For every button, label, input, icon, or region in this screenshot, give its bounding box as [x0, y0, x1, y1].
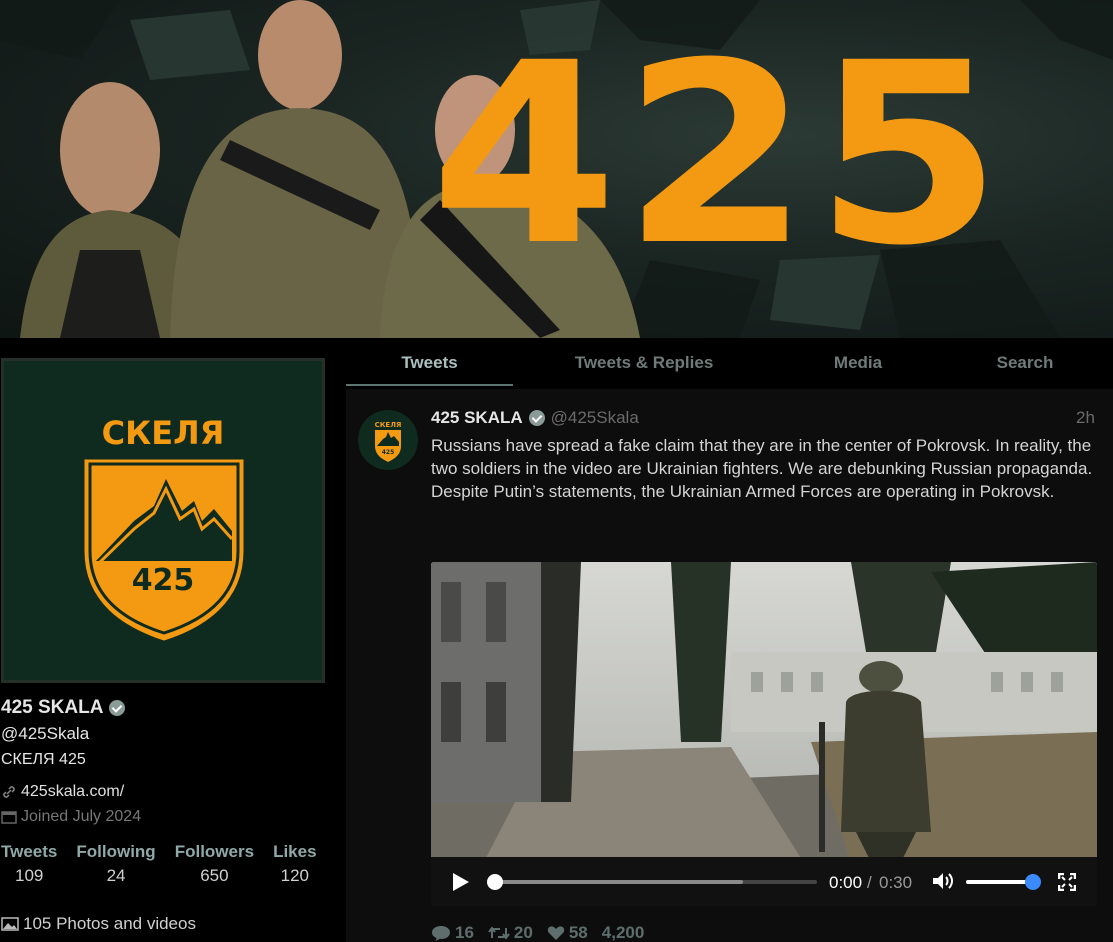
retweet-count: 20: [513, 923, 533, 942]
profile-stats: Tweets 109 Following 24 Followers 650 Li…: [1, 842, 336, 886]
website-link[interactable]: 425skala.com/: [21, 783, 124, 801]
volume-icon[interactable]: [931, 871, 955, 891]
fullscreen-icon[interactable]: [1058, 873, 1076, 891]
profile-name-text: 425 SKALA: [1, 697, 104, 718]
tweet-header: 425 SKALA @425Skala: [431, 408, 639, 428]
video-time-separator: /: [867, 873, 872, 892]
link-icon: [3, 786, 15, 798]
play-icon[interactable]: [453, 873, 469, 891]
profile-joined: Joined July 2024: [1, 808, 141, 826]
verified-icon: [109, 700, 126, 716]
stat-value: 109: [15, 866, 44, 885]
video-controls: 0:00 / 0:30: [431, 857, 1097, 906]
photos-videos-label[interactable]: 105 Photos and videos: [23, 914, 196, 934]
video-frame: [431, 562, 1097, 906]
video-seek-knob[interactable]: [487, 874, 503, 890]
retweet-button[interactable]: 20: [488, 923, 533, 942]
joined-text: Joined July 2024: [21, 808, 142, 825]
stat-tweets[interactable]: Tweets 109: [1, 842, 57, 886]
retweet-icon: [488, 926, 510, 940]
tweet-text: Russians have spread a fake claim that t…: [431, 436, 1093, 501]
heart-icon: [547, 926, 565, 940]
like-count: 58: [568, 923, 588, 942]
logo-title: СКЕЛЯ: [102, 414, 225, 452]
stat-label: Followers: [174, 842, 255, 861]
profile-website[interactable]: 425skala.com/: [1, 783, 124, 801]
stat-label: Tweets: [1, 842, 58, 861]
skala-logo-small: СКЕЛЯ 425: [375, 421, 402, 462]
tweet-actions: 16 20 58 4,200: [431, 923, 644, 942]
tab-tweets-replies[interactable]: Tweets & Replies: [513, 340, 775, 386]
profile-handle: @425Skala: [1, 724, 90, 743]
avatar-logo-title: СКЕЛЯ: [375, 421, 402, 429]
like-button[interactable]: 58: [547, 923, 588, 942]
tab-search[interactable]: Search: [941, 340, 1109, 386]
view-count: 4,200: [601, 923, 645, 942]
profile-tabs: Tweets Tweets & Replies Media Search: [346, 340, 1113, 388]
video-buffer-bar: [495, 880, 743, 884]
profile-bio: СКЕЛЯ 425: [1, 751, 86, 768]
stat-value: 650: [200, 866, 229, 885]
avatar-logo-number: 425: [382, 449, 395, 456]
profile-banner: 425: [0, 0, 1113, 338]
stat-label: Likes: [273, 842, 317, 861]
tweet-video[interactable]: [431, 562, 1097, 906]
tweet-timestamp[interactable]: 2h: [1076, 408, 1095, 428]
stat-followers[interactable]: Followers 650: [175, 842, 254, 886]
volume-knob[interactable]: [1025, 874, 1041, 890]
tweet-author-name[interactable]: 425 SKALA: [431, 408, 523, 428]
banner-number: 425: [430, 9, 1007, 300]
calendar-icon: [1, 811, 17, 824]
photos-videos-link[interactable]: 105 Photos and videos: [1, 914, 196, 934]
stat-value: 24: [106, 866, 126, 885]
profile-name: 425 SKALA: [1, 697, 126, 719]
volume-slider[interactable]: [966, 880, 1034, 884]
skala-logo: СКЕЛЯ 425: [84, 414, 244, 641]
stat-following[interactable]: Following 24: [76, 842, 155, 886]
stat-likes[interactable]: Likes 120: [273, 842, 316, 886]
image-icon: [1, 917, 19, 931]
reply-icon: [432, 926, 450, 941]
tweet-avatar[interactable]: СКЕЛЯ 425: [358, 410, 418, 470]
video-seek-bar[interactable]: [487, 874, 817, 890]
logo-number: 425: [132, 563, 195, 598]
tweet-author-handle[interactable]: @425Skala: [551, 408, 639, 428]
video-current-time: 0:00: [829, 873, 863, 892]
profile-avatar[interactable]: СКЕЛЯ 425: [1, 358, 325, 683]
stat-label: Following: [76, 842, 156, 861]
video-duration: 0:30: [879, 873, 913, 892]
reply-button[interactable]: 16: [431, 923, 474, 942]
tab-media[interactable]: Media: [775, 340, 941, 386]
tab-tweets[interactable]: Tweets: [346, 340, 513, 386]
stat-value: 120: [280, 866, 309, 885]
reply-count: 16: [455, 923, 474, 942]
verified-icon: [528, 410, 545, 426]
